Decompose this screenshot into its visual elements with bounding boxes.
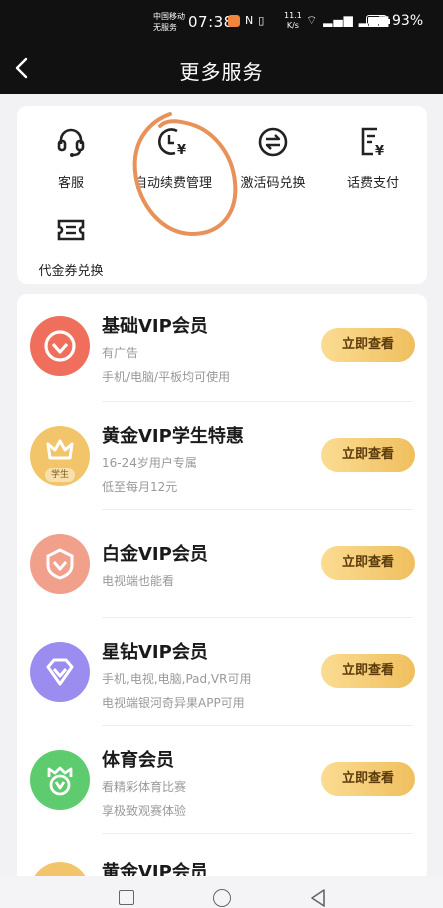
vip-title: 白金VIP会员 (102, 544, 208, 565)
vip-title: 基础VIP会员 (102, 316, 208, 337)
vip-desc: 有广告 (102, 346, 139, 360)
carrier-status: 无服务 (153, 23, 177, 32)
battery-icon (366, 15, 387, 27)
vip-badge (30, 316, 90, 376)
service-activation-code[interactable]: 激活码兑换 (223, 124, 323, 191)
vip-badge: 学生 (30, 426, 90, 486)
service-label: 话费支付 (346, 176, 399, 191)
vip-desc: 手机/电脑/平板均可使用 (102, 370, 231, 384)
service-auto-renew[interactable]: ¥ 自动续费管理 (123, 124, 223, 191)
home-icon[interactable] (213, 889, 231, 907)
vip-title: 黄金VIP学生特惠 (102, 426, 244, 447)
service-label: 自动续费管理 (133, 176, 212, 191)
student-tag: 学生 (45, 468, 75, 482)
network-speed-unit: K/s (286, 21, 299, 30)
carrier-info: 中国移动 无服务 (153, 11, 185, 33)
vip-badge (30, 862, 90, 876)
vip-desc: 看精彩体育比赛 (102, 780, 187, 794)
vip-title: 体育会员 (102, 750, 174, 771)
app-notification-icon (228, 14, 240, 27)
vip-desc: 电视端也能看 (102, 574, 175, 588)
service-label: 激活码兑换 (240, 176, 306, 191)
heart-shield-icon (44, 330, 76, 362)
svg-text:¥: ¥ (375, 144, 384, 159)
battery-percent: 93% (392, 13, 424, 29)
diamond-icon (46, 658, 74, 686)
network-speed-value: 11.1 (284, 11, 302, 20)
vip-product-list: 基础VIP会员 有广告 手机/电脑/平板均可使用 立即查看 学生 黄金VIP学生… (17, 294, 427, 876)
service-label: 客服 (57, 176, 84, 191)
nfc-icon: N (245, 14, 254, 27)
nav-back-icon[interactable] (309, 888, 327, 908)
carrier-name: 中国移动 (153, 12, 185, 21)
bill-yen-icon: ¥ (361, 127, 384, 159)
vip-desc: 16-24岁用户专属 (102, 456, 197, 470)
vip-badge (30, 534, 90, 594)
header-bar: 更多服务 (0, 42, 443, 94)
battery-tip (388, 19, 390, 24)
clock-yen-icon: ¥ (158, 128, 186, 158)
heart-shield-icon (46, 548, 74, 580)
status-icons: N ▯ (228, 14, 264, 27)
svg-text:¥: ¥ (177, 143, 186, 158)
service-phone-bill[interactable]: ¥ 话费支付 (323, 124, 423, 191)
view-now-button[interactable]: 立即查看 (321, 762, 415, 796)
exchange-icon (258, 127, 288, 157)
vip-title: 黄金VIP会员 (102, 862, 208, 876)
system-nav-bar (0, 876, 443, 908)
service-voucher[interactable]: 代金券兑换 (21, 212, 121, 279)
vip-product-row[interactable]: 体育会员 看精彩体育比赛 享极致观赛体验 立即查看 (17, 726, 427, 834)
page-title: 更多服务 (179, 60, 264, 84)
vip-desc: 享极致观赛体验 (102, 804, 187, 818)
status-bar: 中国移动 无服务 07:38 N ▯ 11.1 K/s ⌔ ▂▄▆ ▂▄▆ 93… (0, 0, 443, 42)
crown-icon (46, 439, 74, 460)
vip-product-row[interactable]: 星钻VIP会员 手机,电视,电脑,Pad,VR可用 电视端银河奇异果APP可用 … (17, 618, 427, 726)
vip-badge (30, 750, 90, 810)
status-time: 07:38 (188, 13, 234, 31)
vibrate-icon: ▯ (258, 14, 265, 27)
vip-product-row[interactable]: 基础VIP会员 有广告 手机/电脑/平板均可使用 立即查看 (17, 294, 427, 402)
vip-title: 星钻VIP会员 (102, 642, 208, 663)
vip-desc: 电视端银河奇异果APP可用 (102, 696, 245, 710)
service-label: 代金券兑换 (38, 264, 104, 279)
vip-desc: 手机,电视,电脑,Pad,VR可用 (102, 672, 252, 686)
view-now-button[interactable]: 立即查看 (321, 546, 415, 580)
vip-badge (30, 642, 90, 702)
network-speed: 11.1 K/s (284, 11, 302, 31)
main-content[interactable]: 客服 ¥ 自动续费管理 激活码兑换 ¥ 话费支付 代金券兑换 基础VIP会员 有… (0, 94, 443, 876)
view-now-button[interactable]: 立即查看 (321, 654, 415, 688)
vip-product-row[interactable]: 黄金VIP会员 (17, 834, 427, 876)
vip-product-row[interactable]: 学生 黄金VIP学生特惠 16-24岁用户专属 低至每月12元 立即查看 (17, 402, 427, 510)
vip-desc: 低至每月12元 (102, 480, 178, 494)
voucher-icon (57, 219, 85, 241)
view-now-button[interactable]: 立即查看 (321, 438, 415, 472)
services-card: 客服 ¥ 自动续费管理 激活码兑换 ¥ 话费支付 代金券兑换 (17, 106, 427, 284)
recent-apps-icon[interactable] (119, 890, 134, 905)
service-customer-support[interactable]: 客服 (21, 124, 121, 191)
view-now-button[interactable]: 立即查看 (321, 328, 415, 362)
headset-icon (57, 128, 85, 157)
vip-product-row[interactable]: 白金VIP会员 电视端也能看 立即查看 (17, 510, 427, 618)
crown-v-icon (47, 766, 73, 796)
